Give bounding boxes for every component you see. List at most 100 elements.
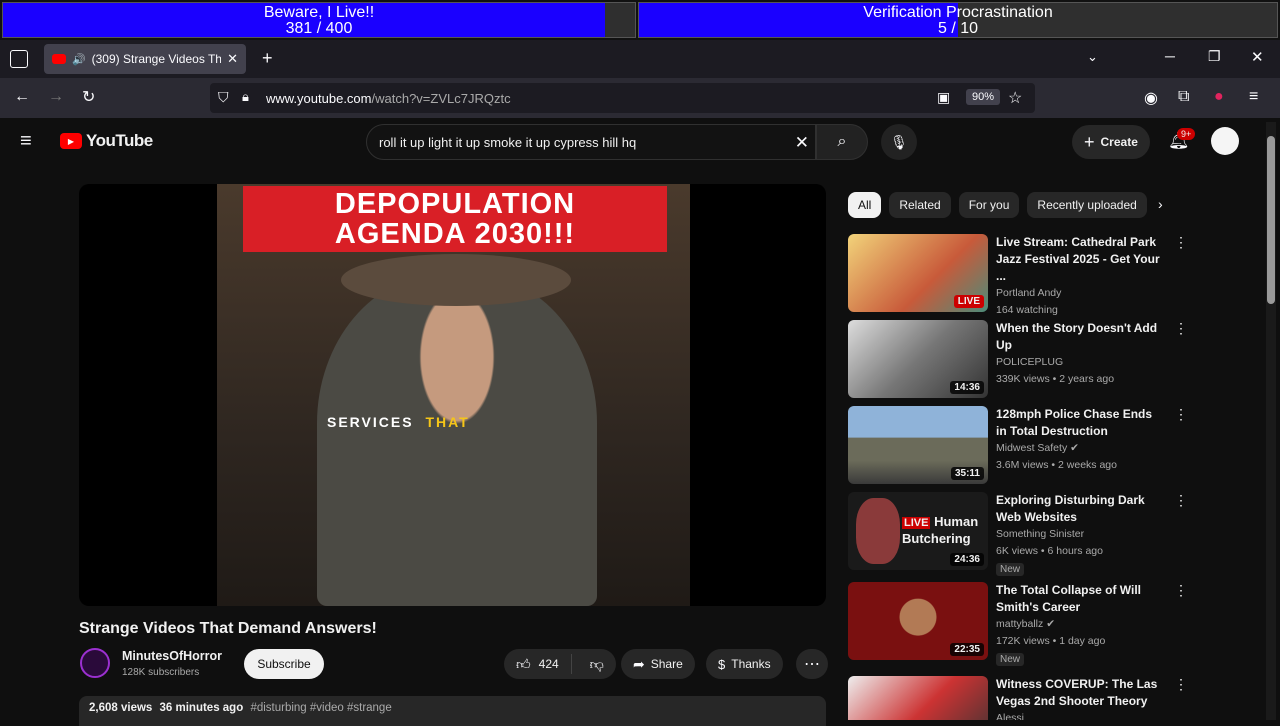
stream-overlay: Beware, I Live!! 381 / 400 Verification P… xyxy=(0,0,1280,40)
lock-icon[interactable]: 🔒︎ xyxy=(242,89,249,105)
rec-title: Witness COVERUP: The Las Vegas 2nd Shoot… xyxy=(996,677,1158,708)
upload-age: 36 minutes ago xyxy=(159,702,244,714)
chip-recently-uploaded[interactable]: Recently uploaded xyxy=(1027,192,1147,218)
new-tab-icon[interactable]: + xyxy=(262,48,273,69)
chip-related[interactable]: Related xyxy=(889,192,951,218)
thanks-icon: $ xyxy=(718,656,726,672)
verified-icon: ✔ xyxy=(1046,618,1055,630)
verified-icon: ✔ xyxy=(1070,442,1079,454)
like-button[interactable]: 👍︎ 424 xyxy=(504,654,572,674)
caption-word-a: SERVICES xyxy=(327,414,414,430)
thumb-text-human: Human xyxy=(934,514,979,529)
minimize-icon[interactable]: ─ xyxy=(1165,48,1175,64)
create-label: Create xyxy=(1100,135,1138,149)
caption-word-b: THAT xyxy=(425,414,470,430)
kebab-menu-icon[interactable]: ⋮ xyxy=(1174,492,1188,509)
thumbnail: LIVE Human Butchering 24:36 xyxy=(848,492,988,570)
share-button[interactable]: ➦ Share xyxy=(621,649,695,679)
reload-icon[interactable]: ↻ xyxy=(82,87,95,107)
video-banner: DEPOPULATION AGENDA 2030!!! xyxy=(243,186,667,252)
picture-icon[interactable]: ▣ xyxy=(937,89,950,106)
avatar[interactable] xyxy=(1211,127,1239,155)
chips-next-chevron-icon[interactable]: › xyxy=(1158,196,1163,212)
thumb-text-butchering: Butchering xyxy=(902,531,971,546)
scrollbar-thumb[interactable] xyxy=(1267,136,1275,304)
related-chips: All Related For you Recently uploaded xyxy=(848,192,1147,218)
youtube-favicon-icon xyxy=(52,54,66,64)
thumb-live-text: LIVE xyxy=(902,517,931,529)
tab-close-icon[interactable]: ✕ xyxy=(227,51,238,67)
restore-icon[interactable]: ❐ xyxy=(1208,48,1221,65)
goal-bar-1: Beware, I Live!! 381 / 400 xyxy=(2,2,636,38)
create-button[interactable]: + Create xyxy=(1072,125,1150,159)
kebab-menu-icon[interactable]: ⋮ xyxy=(1174,406,1188,423)
channel-name[interactable]: MinutesOfHorror xyxy=(122,649,222,663)
dislike-button[interactable]: 👎︎ xyxy=(578,656,616,673)
back-icon[interactable]: ← xyxy=(14,88,30,106)
video-title: Strange Videos That Demand Answers! xyxy=(79,620,377,637)
banner-line-1: DEPOPULATION xyxy=(334,188,576,220)
presenter-silhouette xyxy=(317,274,597,606)
duration-badge: 35:11 xyxy=(950,467,984,480)
tab-overflow-chevron-icon[interactable]: ⌄ xyxy=(1087,49,1098,65)
kebab-menu-icon[interactable]: ⋮ xyxy=(1174,234,1188,251)
browser-tab[interactable]: 🔊 (309) Strange Videos That D ✕ xyxy=(44,44,246,74)
nav-bar: ← → ↻ ⛉ 🔒︎ www.youtube.com/watch?v=ZVLc7… xyxy=(0,78,1280,118)
duration-badge: 14:36 xyxy=(950,381,984,394)
live-badge: LIVE xyxy=(953,295,984,308)
goal-bar-1-title: Beware, I Live!! xyxy=(263,4,375,21)
url-bar[interactable]: ⛉ 🔒︎ www.youtube.com/watch?v=ZVLc7JRQztc… xyxy=(210,83,1035,113)
banner-line-2: AGENDA 2030!!! xyxy=(334,218,576,250)
channel-avatar[interactable] xyxy=(80,648,110,678)
extension-red-icon[interactable]: ● xyxy=(1214,88,1224,106)
description-box[interactable]: 2,608 views 36 minutes ago #disturbing #… xyxy=(79,696,826,726)
tab-list-icon[interactable] xyxy=(10,50,28,68)
search-input[interactable]: roll it up light it up smoke it up cypre… xyxy=(366,124,816,160)
kebab-menu-icon[interactable]: ⋮ xyxy=(1174,676,1188,693)
microphone-icon: 🎙︎ xyxy=(890,133,908,150)
chip-for-you[interactable]: For you xyxy=(958,192,1020,218)
video-player[interactable]: DEPOPULATION AGENDA 2030!!! SERVICES THA… xyxy=(79,184,826,606)
subscribe-button[interactable]: Subscribe xyxy=(244,649,324,679)
subscriber-count: 128K subscribers xyxy=(122,667,200,678)
rec-channel: Midwest Safety xyxy=(996,442,1068,454)
menu-icon[interactable]: ≡ xyxy=(1249,88,1258,106)
rec-meta: 339K views • 2 years ago xyxy=(996,373,1115,385)
thanks-button[interactable]: $ Thanks xyxy=(706,649,783,679)
youtube-play-icon: ▶ xyxy=(60,133,82,149)
like-count: 424 xyxy=(538,657,559,671)
youtube-logo-text: YouTube xyxy=(86,131,153,150)
chip-all[interactable]: All xyxy=(848,192,882,218)
search-button[interactable]: ⌕ xyxy=(816,124,868,160)
view-count: 2,608 views xyxy=(89,702,153,714)
youtube-logo[interactable]: ▶ YouTube xyxy=(60,131,153,151)
forward-icon[interactable]: → xyxy=(48,88,64,106)
share-label: Share xyxy=(650,657,683,671)
rec-meta: 6K views • 6 hours ago xyxy=(996,545,1103,557)
clear-search-icon[interactable]: ✕ xyxy=(795,133,809,153)
notification-badge: 9+ xyxy=(1177,128,1196,140)
hashtags[interactable]: #disturbing #video #strange xyxy=(250,702,391,714)
kebab-menu-icon[interactable]: ⋮ xyxy=(1174,582,1188,599)
extensions-icon[interactable]: ⧉ xyxy=(1178,88,1189,106)
kebab-menu-icon[interactable]: ⋮ xyxy=(1174,320,1188,337)
list-item[interactable]: Witness COVERUP: The Las Vegas 2nd Shoot… xyxy=(848,676,1188,720)
bookmark-star-icon[interactable]: ☆ xyxy=(1008,88,1022,108)
like-dislike-group: 👍︎ 424 👎︎ xyxy=(504,649,616,679)
rec-title: Live Stream: Cathedral Park Jazz Festiva… xyxy=(996,235,1160,283)
rec-channel: Something Sinister xyxy=(996,528,1085,540)
guide-menu-icon[interactable]: ≡ xyxy=(20,130,32,153)
shield-icon[interactable]: ⛉ xyxy=(218,89,229,106)
thumbnail: 14:36 xyxy=(848,320,988,398)
account-icon[interactable]: ◉ xyxy=(1144,88,1158,108)
video-frame: DEPOPULATION AGENDA 2030!!! SERVICES THA… xyxy=(217,184,690,606)
more-actions-button[interactable]: ⋯ xyxy=(796,649,828,679)
speaker-icon[interactable]: 🔊 xyxy=(72,53,86,66)
zoom-level[interactable]: 90% xyxy=(966,89,1001,105)
rec-meta: 3.6M views • 2 weeks ago xyxy=(996,459,1117,471)
page-scrollbar[interactable] xyxy=(1266,122,1276,720)
voice-search-button[interactable]: 🎙︎ xyxy=(881,124,917,160)
window-close-icon[interactable]: ✕ xyxy=(1251,48,1264,66)
video-caption: SERVICES THAT xyxy=(327,414,470,430)
duration-badge: 24:36 xyxy=(950,553,984,566)
